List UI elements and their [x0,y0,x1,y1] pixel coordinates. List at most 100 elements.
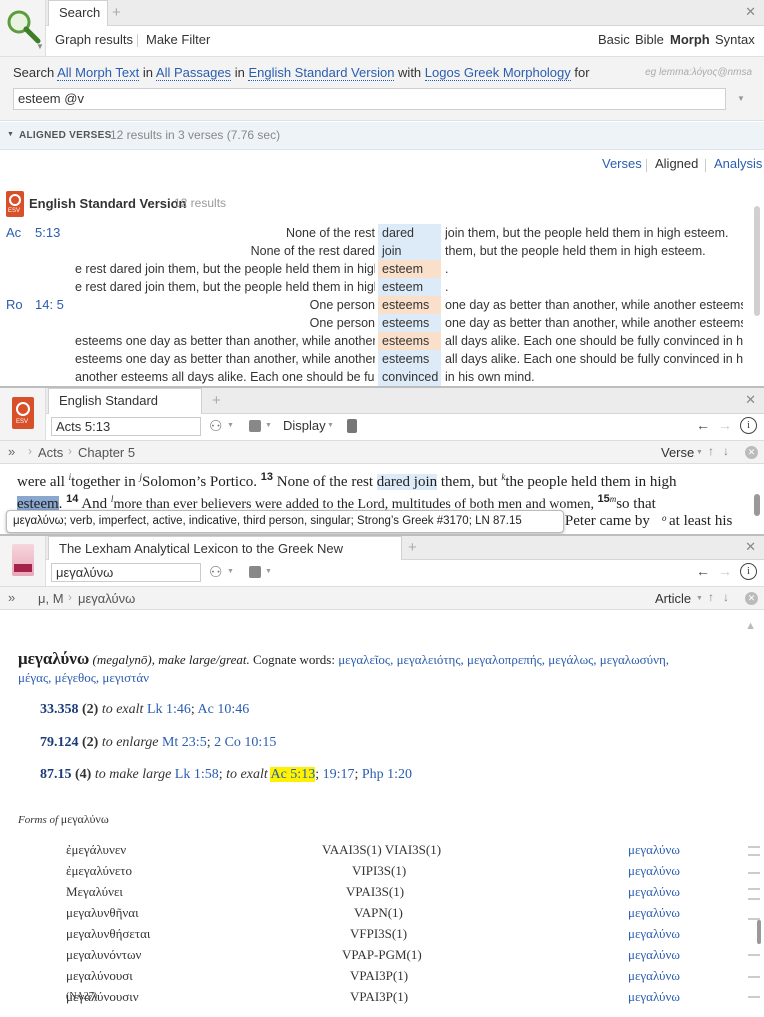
row-keyword[interactable]: esteems [378,296,441,314]
parallel-resources-icon[interactable]: ⚇ [209,417,222,435]
close-nav-icon[interactable]: ✕ [745,592,758,605]
aligned-row[interactable]: One person esteems one day as better tha… [0,296,764,314]
row-keyword[interactable]: convinced [378,368,441,386]
scripture-ref[interactable]: Ac 10:46 [198,702,250,717]
morphology-link[interactable]: Logos Greek Morphology [424,65,571,81]
parallel-dropdown-icon[interactable]: ▼ [227,422,234,429]
row-keyword[interactable]: join [378,242,441,260]
version-link[interactable]: English Standard Version [248,65,395,81]
reference-input[interactable]: Acts 5:13 [51,417,201,436]
aligned-row[interactable]: e rest dared join them, but the people h… [0,278,764,296]
close-icon[interactable]: ✕ [745,539,756,555]
scripture-ref[interactable]: Php 1:20 [362,767,412,782]
expand-icon[interactable]: » [8,590,15,605]
layout-dropdown-icon[interactable]: ▼ [265,568,272,575]
breadcrumb-book[interactable]: Acts [38,445,63,460]
make-filter-button[interactable]: Make Filter [146,30,210,50]
aligned-row[interactable]: esteems one day as better than another, … [0,350,764,368]
close-nav-icon[interactable]: ✕ [745,446,758,459]
form-lemma-link[interactable]: μεγαλύνω [628,924,680,944]
graph-results-button[interactable]: Graph results [55,30,133,50]
tab-lexicon[interactable]: The Lexham Analytical Lexicon to the Gre… [48,536,402,580]
verse-number[interactable]: 15 [597,493,609,505]
sense-code[interactable]: 79.124 [40,735,79,750]
tab-search[interactable]: Search [48,0,108,26]
scripture-ref-highlighted[interactable]: Ac 5:13 [270,767,316,782]
view-analysis[interactable]: Analysis [714,156,762,171]
sense-code[interactable]: 33.358 [40,702,79,717]
mode-morph[interactable]: Morph [670,30,710,50]
view-verses[interactable]: Verses [602,156,642,171]
next-verse-icon[interactable]: ↓ [723,444,729,458]
next-article-icon[interactable]: ↓ [723,590,729,604]
info-icon[interactable]: i [740,417,757,434]
form-lemma-link[interactable]: μεγαλύνω [628,945,680,965]
passages-link[interactable]: All Passages [155,65,232,81]
article-dropdown-icon[interactable]: ▼ [696,595,703,602]
view-aligned[interactable]: Aligned [655,156,698,171]
bible-panel-icon-block[interactable]: ESV [0,388,46,440]
panel-menu-arrow-icon[interactable]: ▼ [36,42,44,51]
row-keyword[interactable]: esteem [378,278,441,296]
aligned-verses-header[interactable]: ▼ ALIGNED VERSES 12 results in 3 verses … [0,122,764,150]
bible-scrollbar[interactable] [754,494,760,516]
prev-verse-icon[interactable]: ↑ [708,444,714,458]
result-version-name[interactable]: English Standard Version [29,196,186,211]
scripture-ref[interactable]: Mt 23:5 [162,735,207,750]
verse-selector[interactable]: Verse [661,445,694,460]
breadcrumb-entry[interactable]: μεγαλύνω [78,591,135,606]
back-arrow-icon[interactable]: ← [696,417,710,433]
form-lemma-link[interactable]: μεγαλύνω [628,966,680,986]
display-dropdown-icon[interactable]: ▼ [327,422,334,429]
breadcrumb-chapter[interactable]: Chapter 5 [78,445,135,460]
tab-esv[interactable]: English Standard Version [48,388,202,432]
form-lemma-link[interactable]: μεγαλύνω [628,840,680,860]
article-selector[interactable]: Article [655,591,691,606]
verse-dropdown-icon[interactable]: ▼ [696,449,703,456]
aligned-row[interactable]: None of the rest dared join them, but th… [0,224,764,242]
forward-arrow-icon[interactable]: → [718,563,732,579]
close-icon[interactable]: ✕ [745,4,756,20]
scripture-ref[interactable]: 19:17 [323,767,355,782]
aligned-row[interactable]: None of the rest dared join them, but th… [0,242,764,260]
plus-icon[interactable]: + [408,539,417,556]
mode-basic[interactable]: Basic [598,30,630,50]
mode-syntax[interactable]: Syntax [715,30,755,50]
form-lemma-link[interactable]: μεγαλύνω [628,882,680,902]
cognates-line-2[interactable]: μέγας, μέγεθος, μεγιστάν [18,670,149,685]
row-keyword[interactable]: dared [378,224,441,242]
prev-article-icon[interactable]: ↑ [708,590,714,604]
expand-icon[interactable]: » [8,444,15,459]
mode-bible[interactable]: Bible [635,30,664,50]
forward-arrow-icon[interactable]: → [718,417,732,433]
scripture-ref[interactable]: 2 Co 10:15 [214,735,276,750]
row-keyword[interactable]: esteems [378,332,441,350]
display-button[interactable]: Display [283,418,326,433]
scripture-ref[interactable]: Lk 1:46 [147,702,191,717]
footnote-marker[interactable]: o [662,507,667,529]
results-scrollbar[interactable] [754,206,760,316]
parallel-dropdown-icon[interactable]: ▼ [227,568,234,575]
form-lemma-link[interactable]: μεγαλύνω [628,861,680,881]
verse-number[interactable]: 14 [66,493,78,505]
aligned-row[interactable]: esteems one day as better than another, … [0,332,764,350]
lexicon-reference-input[interactable]: μεγαλύνω [51,563,201,582]
search-input[interactable]: esteem @v [13,88,726,110]
scripture-ref[interactable]: Lk 1:58 [175,767,219,782]
sense-code[interactable]: 87.15 [40,767,72,782]
back-arrow-icon[interactable]: ← [696,563,710,579]
layout-icon[interactable] [249,420,261,432]
breadcrumb-letter[interactable]: μ, Μ [38,591,64,606]
cognates-line-1[interactable]: μεγαλεῖος, μεγαλειότης, μεγαλοπρεπής, με… [338,652,669,667]
aligned-row[interactable]: another esteems all days alike. Each one… [0,368,764,386]
search-scope-link[interactable]: All Morph Text [57,65,140,81]
layout-dropdown-icon[interactable]: ▼ [265,422,272,429]
aligned-row[interactable]: One person esteems one day as better tha… [0,314,764,332]
row-keyword[interactable]: esteems [378,314,441,332]
verse-number[interactable]: 13 [261,471,273,483]
form-lemma-link[interactable]: μεγαλύνω [628,903,680,923]
lexicon-scrollbar[interactable] [757,920,761,944]
layout-icon[interactable] [249,566,261,578]
aligned-row[interactable]: e rest dared join them, but the people h… [0,260,764,278]
close-icon[interactable]: ✕ [745,392,756,408]
